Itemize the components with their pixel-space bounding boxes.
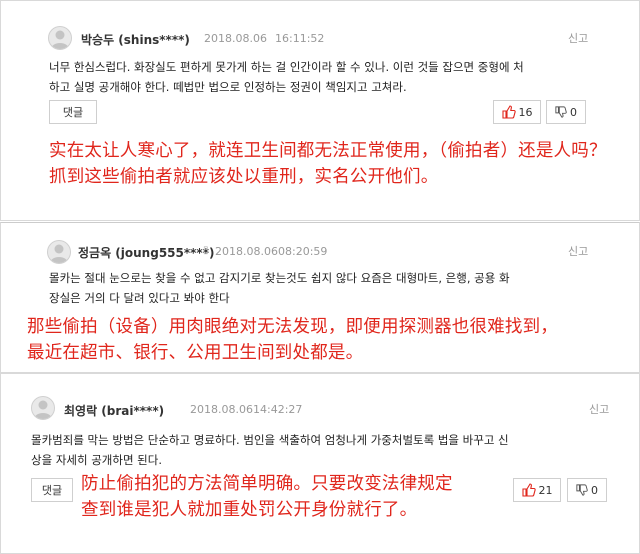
like-button[interactable]: 21: [513, 478, 561, 502]
reply-button[interactable]: 댓글: [49, 100, 97, 124]
comment-body: 몰카범죄를 막는 방법은 단순하고 명료하다. 범인을 색출하여 엄청나게 가중…: [31, 430, 509, 470]
comment-body: 몰카는 절대 눈으로는 찾을 수 없고 감지기로 찾는것도 쉽지 않다 요즘은 …: [49, 268, 510, 308]
comment-line: 상을 자세히 공개하면 된다.: [31, 453, 163, 467]
comment-line: 장실은 거의 다 달려 있다고 봐야 한다: [49, 291, 230, 305]
report-button[interactable]: 신고: [589, 401, 609, 417]
report-button[interactable]: 신고: [568, 243, 588, 259]
avatar[interactable]: [47, 240, 71, 264]
translation-line: 最近在超市、银行、公用卫生间到处都是。: [27, 343, 364, 363]
comment-username[interactable]: 정금옥 (joung555****): [78, 244, 214, 261]
comment-line: 하고 실명 공개해야 한다. 떼법만 법으로 인정하는 정권이 책임지고 고쳐라…: [49, 80, 407, 94]
dislike-count: 0: [570, 105, 577, 119]
translation-annotation: 那些偷拍（设备）用肉眼绝对无法发现，即便用探测器也很难找到， 最近在超市、银行、…: [27, 314, 558, 366]
thumbs-down-icon: [576, 484, 588, 496]
comment-date: 2018.08.06: [204, 32, 267, 45]
like-count: 16: [518, 105, 533, 119]
comment-line: 너무 한심스럽다. 화장실도 편하게 못가게 하는 걸 인간이라 할 수 있나.…: [49, 60, 524, 74]
translation-line: 抓到这些偷拍者就应该处以重刑，实名公开他们。: [49, 167, 439, 187]
mobile-icon: ▯: [203, 245, 209, 256]
comment-time: 14:42:27: [253, 403, 303, 416]
comment-body: 너무 한심스럽다. 화장실도 편하게 못가게 하는 걸 인간이라 할 수 있나.…: [49, 57, 524, 97]
comment-username[interactable]: 최영락 (brai****): [64, 402, 164, 419]
comment-line: 몰카는 절대 눈으로는 찾을 수 없고 감지기로 찾는것도 쉽지 않다 요즘은 …: [49, 271, 510, 285]
comment-time: 08:20:59: [278, 245, 328, 258]
dislike-button[interactable]: 0: [546, 100, 586, 124]
dislike-button[interactable]: 0: [567, 478, 607, 502]
comment-date: 2018.08.06: [215, 245, 278, 258]
thumbs-up-icon: [501, 105, 516, 119]
like-count: 21: [538, 483, 553, 497]
like-button[interactable]: 16: [493, 100, 541, 124]
translation-annotation: 实在太让人寒心了，就连卫生间都无法正常使用，（偷拍者）还是人吗？ 抓到这些偷拍者…: [49, 138, 607, 190]
thumbs-up-icon: [521, 483, 536, 497]
report-button[interactable]: 신고: [568, 30, 588, 46]
translation-line: 防止偷拍犯的方法简单明确。只要改变法律规定: [81, 474, 453, 494]
dislike-count: 0: [591, 483, 598, 497]
comment-card: 최영락 (brai****) 2018.08.06 14:42:27 신고 몰카…: [0, 373, 640, 554]
translation-line: 那些偷拍（设备）用肉眼绝对无法发现，即便用探测器也很难找到，: [27, 317, 558, 337]
comment-date: 2018.08.06: [190, 403, 253, 416]
translation-line: 查到谁是犯人就加重处罚公开身份就行了。: [81, 500, 418, 520]
comment-card: 정금옥 (joung555****) ▯ 2018.08.06 08:20:59…: [0, 222, 640, 373]
translation-line: 实在太让人寒心了，就连卫生间都无法正常使用，（偷拍者）还是人吗？: [49, 141, 607, 161]
avatar[interactable]: [31, 396, 55, 420]
comment-username[interactable]: 박승두 (shins****): [81, 31, 190, 48]
translation-annotation: 防止偷拍犯的方法简单明确。只要改变法律规定 查到谁是犯人就加重处罚公开身份就行了…: [81, 471, 453, 523]
comment-card: 박승두 (shins****) 2018.08.06 16:11:52 신고 너…: [0, 0, 640, 221]
avatar[interactable]: [48, 26, 72, 50]
comment-line: 몰카범죄를 막는 방법은 단순하고 명료하다. 범인을 색출하여 엄청나게 가중…: [31, 433, 509, 447]
thumbs-down-icon: [555, 106, 567, 118]
comment-time: 16:11:52: [275, 32, 325, 45]
reply-button[interactable]: 댓글: [31, 478, 73, 502]
